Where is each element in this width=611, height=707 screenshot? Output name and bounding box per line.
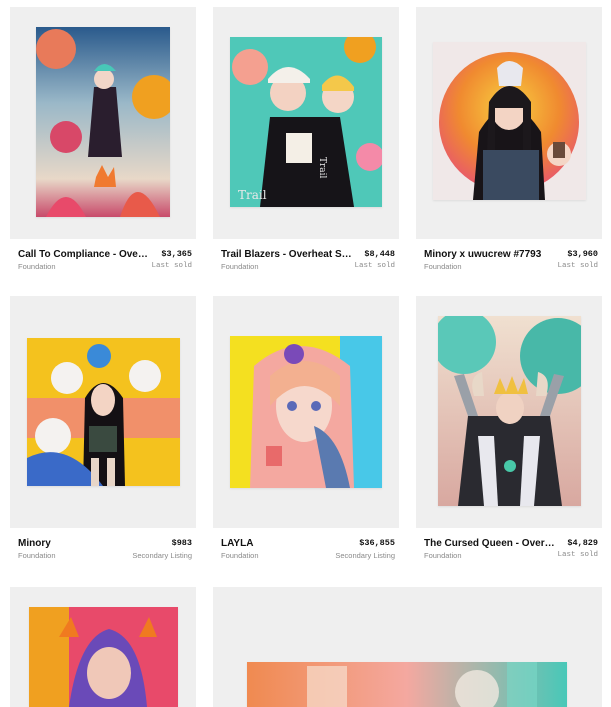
artwork-image[interactable] <box>247 662 567 707</box>
card-price: $3,365 <box>161 249 192 259</box>
card-price: $3,960 <box>567 249 598 259</box>
card-status: Secondary Listing <box>132 551 192 560</box>
card-title[interactable]: Trail Blazers - Overheat Series <box>221 249 353 260</box>
artwork-image[interactable] <box>27 338 180 486</box>
card-status: Last sold <box>557 551 598 559</box>
card-price: $36,855 <box>359 538 395 548</box>
card-image-area[interactable] <box>10 587 196 707</box>
card-price: $8,448 <box>364 249 395 259</box>
card-status: Last sold <box>557 262 598 270</box>
card-status: Last sold <box>151 262 192 270</box>
card-title[interactable]: Minory <box>18 538 150 549</box>
card-platform: Foundation <box>221 262 259 271</box>
card-status: Secondary Listing <box>335 551 395 560</box>
card-title[interactable]: LAYLA <box>221 538 353 549</box>
nft-card[interactable] <box>213 587 602 707</box>
card-platform: Foundation <box>424 551 462 560</box>
card-platform: Foundation <box>221 551 259 560</box>
card-price: $983 <box>171 538 192 548</box>
nft-card[interactable]: The Cursed Queen - Overheat Series $4,82… <box>416 296 602 568</box>
card-title[interactable]: Minory x uwucrew #7793 <box>424 249 556 260</box>
card-image-area[interactable] <box>10 7 196 239</box>
card-image-area[interactable] <box>10 296 196 528</box>
artwork-image[interactable]: Trail Trail <box>230 37 382 207</box>
card-price: $4,829 <box>567 538 598 548</box>
card-platform: Foundation <box>18 262 56 271</box>
nft-card[interactable]: Minory x uwucrew #7793 $3,960 Foundation… <box>416 7 602 279</box>
card-platform: Foundation <box>424 262 462 271</box>
card-platform: Foundation <box>18 551 56 560</box>
card-status: Last sold <box>354 262 395 270</box>
svg-text:Trail: Trail <box>317 157 327 179</box>
artwork-image[interactable] <box>438 316 581 506</box>
card-image-area[interactable]: Trail Trail <box>213 7 399 239</box>
artwork-image[interactable] <box>36 27 170 217</box>
nft-card[interactable]: LAYLA $36,855 Foundation Secondary Listi… <box>213 296 399 568</box>
nft-card[interactable]: Minory $983 Foundation Secondary Listing <box>10 296 196 568</box>
card-image-area[interactable] <box>416 296 602 528</box>
artwork-image[interactable] <box>29 607 178 707</box>
nft-card[interactable]: Trail Trail Trail Blazers - Overheat Ser… <box>213 7 399 279</box>
card-image-area[interactable] <box>213 587 602 707</box>
card-image-area[interactable] <box>213 296 399 528</box>
nft-card[interactable]: Call To Compliance - Overheat Series $3,… <box>10 7 196 279</box>
nft-card[interactable] <box>10 587 196 707</box>
artwork-image[interactable] <box>230 336 382 488</box>
card-title[interactable]: Call To Compliance - Overheat Series <box>18 249 150 260</box>
card-title[interactable]: The Cursed Queen - Overheat Series <box>424 538 556 549</box>
svg-text:Trail: Trail <box>238 188 267 202</box>
card-image-area[interactable] <box>416 7 602 239</box>
artwork-image[interactable] <box>433 42 586 200</box>
